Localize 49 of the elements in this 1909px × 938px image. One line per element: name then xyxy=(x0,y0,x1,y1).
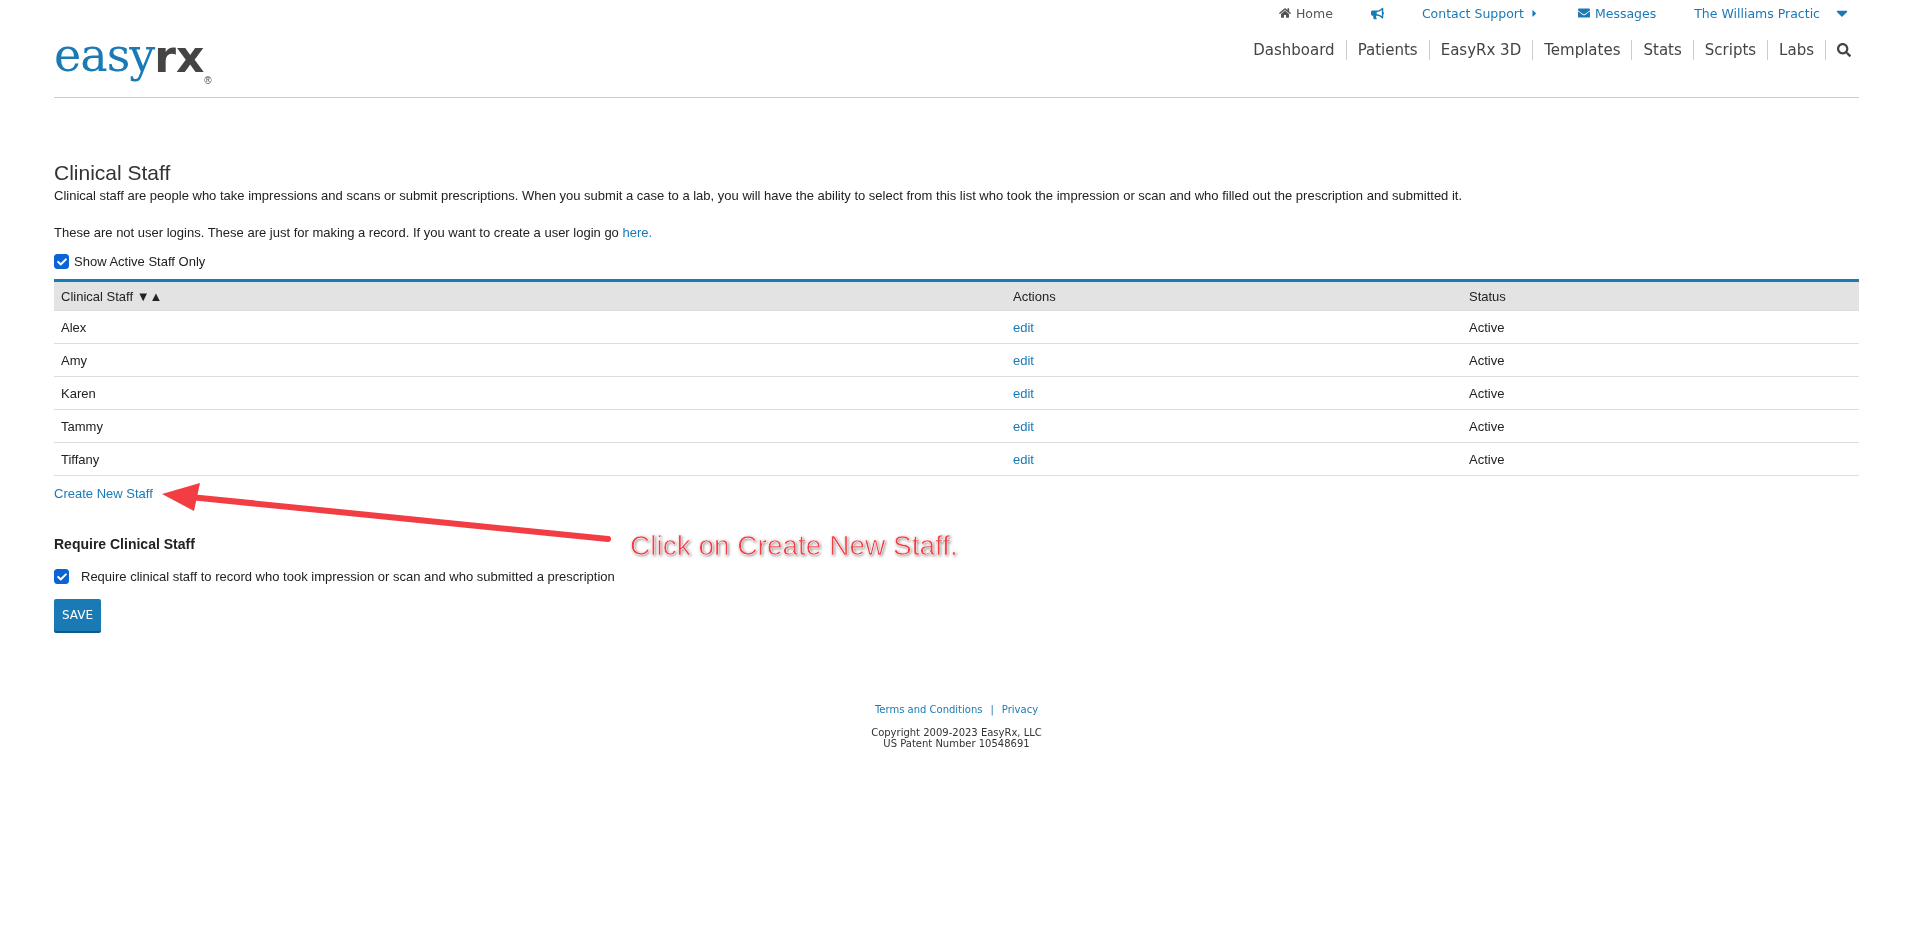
easyrx-logo[interactable]: easyrx® xyxy=(54,0,212,82)
nav-item[interactable]: Scripts xyxy=(1693,40,1769,60)
nav-item[interactable]: Patients xyxy=(1346,40,1430,60)
column-header[interactable]: Clinical Staff ▼▲ xyxy=(54,288,1006,304)
checkbox-label: Show Active Staff Only xyxy=(74,254,206,269)
table-cell-text: Alex xyxy=(60,319,88,335)
nav-item[interactable]: Labs xyxy=(1768,40,1826,60)
top-link[interactable]: Home xyxy=(1278,4,1333,22)
patent-text: US Patent Number 10548691 xyxy=(883,738,1030,749)
top-link[interactable]: Contact Support xyxy=(1421,4,1540,22)
top-link[interactable]: The Williams Practic xyxy=(1694,4,1851,22)
table-cell-text: Tiffany xyxy=(60,451,101,467)
note-text: These are not user logins. These are just for making a record. If you want to create a user login go here. xyxy=(54,225,654,240)
table-cell-text: Amy xyxy=(60,352,88,368)
column-header: Actions xyxy=(1012,288,1057,304)
table-cell-text: Karen xyxy=(60,385,97,401)
require-checkbox[interactable] xyxy=(54,569,69,584)
edit-link[interactable]: edit xyxy=(1006,319,1034,335)
here-link[interactable]: here. xyxy=(622,225,653,240)
page-title: Clinical Staff xyxy=(54,161,172,185)
section-heading: Require Clinical Staff xyxy=(54,536,195,552)
home-icon xyxy=(1278,7,1291,19)
nav-item[interactable]: Templates xyxy=(1533,40,1633,60)
edit-link[interactable]: edit xyxy=(1006,451,1034,467)
table-cell-text: Active xyxy=(1468,319,1506,335)
edit-link[interactable]: edit xyxy=(1006,352,1034,368)
table-cell-text: Active xyxy=(1468,418,1506,434)
top-link[interactable]: Messages xyxy=(1577,4,1657,22)
nav-item[interactable]: EasyRx 3D xyxy=(1429,40,1534,60)
table-cell-text: Active xyxy=(1468,352,1506,368)
copyright-text: Copyright 2009-2023 EasyRx, LLC xyxy=(871,727,1042,738)
table-cell-text: Active xyxy=(1468,385,1506,401)
column-header: Status xyxy=(1468,288,1507,304)
annotation-text: Click on Create New Staff. xyxy=(630,530,958,562)
nav-item[interactable]: Stats xyxy=(1632,40,1694,60)
create-staff-link[interactable]: Create New Staff xyxy=(54,486,153,501)
terms-link[interactable]: Terms and Conditions xyxy=(874,704,983,715)
separator: | xyxy=(990,704,994,715)
table-cell-text: Tammy xyxy=(60,418,104,434)
edit-link[interactable]: edit xyxy=(1006,385,1034,401)
privacy-link[interactable]: Privacy xyxy=(1001,704,1039,715)
active-filter-checkbox[interactable] xyxy=(54,254,69,269)
save-button[interactable]: SAVE xyxy=(54,599,102,631)
table-cell-text: Active xyxy=(1468,451,1506,467)
envelope-icon xyxy=(1577,7,1590,19)
checkbox-label: Require clinical staff to record who took impression or scan and who submitted a prescription xyxy=(81,569,615,584)
edit-link[interactable]: edit xyxy=(1006,418,1034,434)
nav-item[interactable]: Dashboard xyxy=(1242,40,1347,60)
description-text: Clinical staff are people who take impressions and scans or submit prescriptions. When you submit a case to a lab, you will have the ability to select from this list who took the impression or scan and who filled out the prescription and submitted it. xyxy=(54,188,1464,203)
